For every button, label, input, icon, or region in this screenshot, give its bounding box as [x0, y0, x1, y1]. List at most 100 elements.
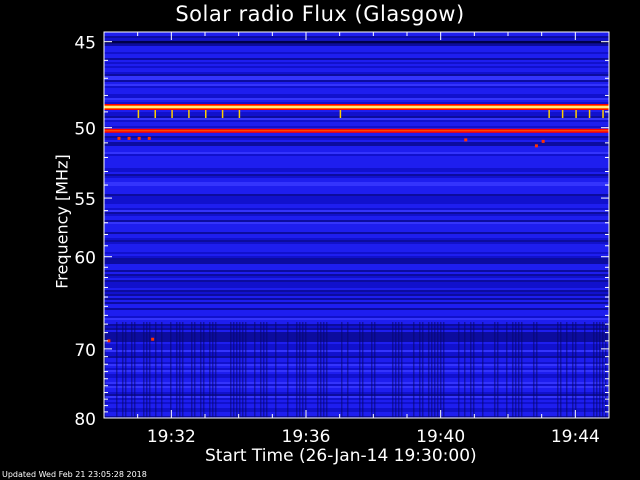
spectrogram-row: [104, 250, 609, 252]
x-axis-label: Start Time (26-Jan-14 19:30:00): [205, 446, 477, 466]
interference-streak: [209, 322, 211, 418]
spectrogram-row: [104, 156, 609, 158]
burst: [238, 110, 241, 119]
spectrogram-row: [104, 110, 609, 112]
interference-streak: [464, 322, 466, 418]
interference-streak: [179, 322, 181, 418]
spectrogram-row: [104, 258, 609, 260]
burst: [575, 110, 577, 119]
interference-streak: [512, 322, 514, 418]
spectrogram-row: [104, 72, 609, 74]
spectrogram-row: [104, 164, 609, 166]
spectrogram-row: [104, 68, 609, 70]
spectrogram-row: [104, 268, 609, 270]
spectrogram-row: [104, 150, 609, 152]
spectrogram-row: [104, 206, 609, 208]
interference-streak: [131, 322, 133, 418]
interference-streak: [275, 322, 277, 418]
spectrogram-row: [104, 152, 609, 154]
interference-streak: [596, 322, 598, 418]
interference-streak: [605, 322, 607, 418]
spectrogram-row: [104, 304, 609, 306]
spectrogram-row: [104, 232, 609, 234]
spectrogram-row: [104, 54, 609, 56]
interference-streak: [428, 322, 430, 418]
spectrogram-row: [104, 50, 609, 52]
spectrogram-row: [104, 238, 609, 240]
interference-streak: [395, 322, 397, 418]
interference-streak: [149, 322, 151, 418]
hot-pixel: [117, 136, 121, 140]
spectrogram-row: [104, 176, 609, 178]
interference-streak: [200, 322, 202, 418]
spectrogram-row: [104, 192, 609, 194]
y-tick-label: 70: [74, 341, 96, 361]
burst: [602, 110, 604, 119]
spectrogram-row: [104, 234, 609, 236]
interference-streak: [440, 322, 442, 418]
spectrogram-row: [104, 270, 609, 272]
spectrogram-row: [104, 240, 609, 242]
interference-streak: [566, 322, 568, 418]
burst: [188, 110, 190, 119]
burst: [588, 110, 591, 119]
interference-streak: [347, 322, 349, 418]
spectrogram-row: [104, 62, 609, 64]
spectrogram-row: [104, 98, 609, 100]
spectrogram-row: [104, 320, 609, 322]
spectrogram-row: [104, 314, 609, 316]
spectrogram-row: [104, 114, 609, 116]
spectrogram-row: [104, 100, 609, 102]
interference-streak: [170, 322, 172, 418]
spectrogram-row: [104, 300, 609, 302]
dark-band: [104, 40, 609, 44]
spectrogram-row: [104, 148, 609, 150]
interference-streak: [584, 322, 586, 418]
interference-streak: [242, 322, 244, 418]
interference-streak: [602, 322, 604, 418]
spectrogram-row: [104, 298, 609, 300]
spectrogram-row: [104, 312, 609, 314]
spectrogram-row: [104, 216, 609, 218]
spectrogram-row: [104, 158, 609, 160]
interference-streak: [305, 322, 307, 418]
spectrogram-row: [104, 276, 609, 278]
interference-streak: [572, 322, 574, 418]
spectrogram-row: [104, 272, 609, 274]
interference-streak: [470, 322, 472, 418]
spectrogram-row: [104, 124, 609, 126]
interference-streak: [593, 322, 595, 418]
spectrogram-row: [104, 120, 609, 122]
spectrogram-row: [104, 294, 609, 296]
burst: [137, 110, 140, 119]
update-timestamp: Updated Wed Feb 21 23:05:28 2018: [2, 470, 147, 479]
spectrogram-row: [104, 116, 609, 118]
interference-streak: [392, 322, 394, 418]
interference-streak: [245, 322, 247, 418]
spectrogram-row: [104, 142, 609, 144]
y-tick-label: 55: [74, 190, 96, 210]
spectrogram-row: [104, 96, 609, 98]
interference-streak: [560, 322, 562, 418]
interference-streak: [434, 322, 436, 418]
spectrogram-row: [104, 202, 609, 204]
spectrogram-row: [104, 212, 609, 214]
interference-streak: [125, 322, 127, 418]
x-tick-label: 19:44: [551, 427, 600, 447]
spectrogram-row: [104, 70, 609, 72]
spectrogram-row: [104, 290, 609, 292]
spectrogram-row: [104, 282, 609, 284]
interference-streak: [302, 322, 304, 418]
spectrogram-row: [104, 178, 609, 180]
band-50.2-core: [104, 130, 609, 132]
spectrogram-row: [104, 200, 609, 202]
interference-streak: [317, 322, 319, 418]
spectrogram-row: [104, 184, 609, 186]
interference-streak: [263, 322, 265, 418]
spectrogram-row: [104, 288, 609, 290]
hot-pixel: [151, 337, 155, 341]
spectrogram-row: [104, 280, 609, 282]
spectrogram-chart: 45 50 55 60 70 80 19:32 19:36 19:40 19:44: [74, 31, 610, 447]
spectrogram-row: [104, 252, 609, 254]
interference-streak: [497, 322, 499, 418]
